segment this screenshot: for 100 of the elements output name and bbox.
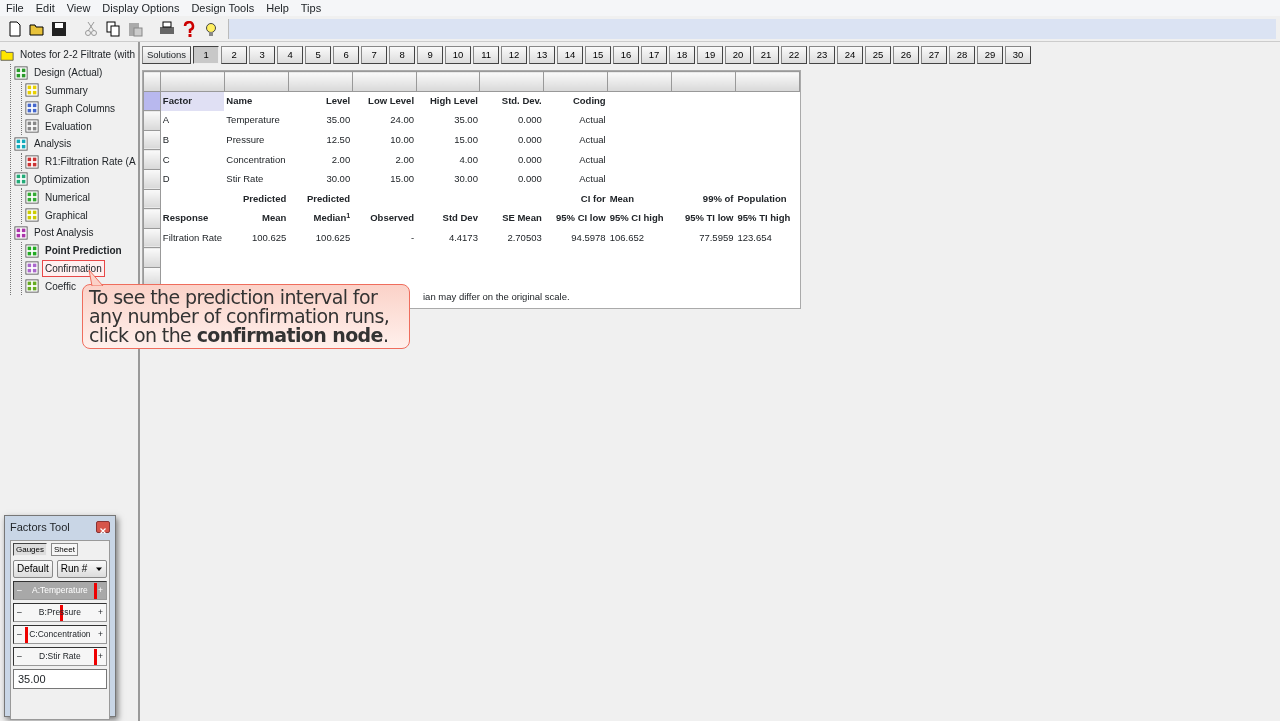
factor-gauge[interactable]: – D:Stir Rate + [13,646,107,666]
table-cell: Coding [543,91,608,111]
slider-thumb[interactable] [24,626,28,643]
table-cell-text: 15.00 [453,132,479,147]
solution-tab[interactable]: 25 [865,46,892,64]
solution-tab[interactable]: 19 [697,46,724,64]
menu-item[interactable]: Display Options [96,0,186,16]
tree-item[interactable]: Coeffic [43,278,78,294]
footnote-text: ian may differ on the original scale. [423,289,570,304]
close-button[interactable] [96,521,110,534]
tree-item[interactable]: Post Analysis [32,225,96,241]
menu-item[interactable]: File [0,0,30,16]
solution-tab[interactable]: 2 [221,46,248,64]
save-icon[interactable] [51,20,67,37]
solution-tab[interactable]: 23 [809,46,836,64]
menu-item[interactable]: Design Tools [185,0,261,16]
table-cell: Level [288,91,353,111]
table-cell: Response [160,208,225,229]
tree-item[interactable]: Design (Actual) [32,65,105,81]
table-cell-text: Predicted [305,191,352,206]
solution-tab[interactable]: 29 [977,46,1004,64]
tree-item[interactable]: Confirmation [43,260,104,276]
tree-item[interactable]: Numerical [43,189,92,205]
paste-icon[interactable] [127,20,143,37]
solution-tab[interactable]: 18 [669,46,696,64]
tab[interactable]: Sheet [51,542,78,556]
menu-item[interactable]: Help [260,0,295,16]
chart-document-icon[interactable] [25,243,39,258]
solution-tab[interactable]: 26 [893,46,920,64]
solution-tab[interactable]: 7 [361,46,388,64]
solution-tab[interactable]: 17 [641,46,668,64]
solution-tab[interactable]: 9 [417,46,444,64]
table-cell-text: 99% of [701,191,735,206]
tree-item[interactable]: Graphical [43,207,90,223]
table-cell-text: 35.00 [453,113,479,128]
solution-tab[interactable]: 30 [1005,46,1032,64]
folder-icon[interactable] [0,47,14,62]
tree-item[interactable]: Analysis [32,136,74,152]
chart-document-icon[interactable] [14,136,28,151]
table-cell-text: 10.00 [389,132,416,147]
chart-document-icon[interactable] [25,154,39,169]
tab[interactable]: Gauges [13,542,48,556]
tree-item[interactable]: Notes for 2-2 Filtrate (with [18,47,138,63]
tree-item[interactable]: Graph Columns [43,100,118,116]
solution-tab[interactable]: 15 [585,46,612,64]
printer-icon[interactable] [159,20,175,37]
chart-document-icon[interactable] [25,101,39,116]
solution-tab[interactable]: 5 [305,46,332,64]
lightbulb-icon[interactable] [203,20,219,37]
solution-tab[interactable]: 13 [529,46,556,64]
close-icon[interactable] [98,525,108,536]
solution-tab[interactable]: 4 [277,46,304,64]
solution-tab[interactable]: 27 [921,46,948,64]
chart-document-icon[interactable] [25,190,39,205]
solution-tab[interactable]: 6 [333,46,360,64]
chart-document-icon[interactable] [14,225,28,240]
table-cell-text: Actual [578,152,607,167]
chart-document-icon[interactable] [25,208,39,223]
copy-icon[interactable] [105,20,121,37]
chart-document-icon[interactable] [25,261,39,276]
solution-tab[interactable]: 11 [473,46,500,64]
menu-item[interactable]: View [60,0,97,16]
chart-document-icon[interactable] [25,279,39,294]
value-field[interactable]: 35.00 [13,668,107,689]
solution-tab[interactable]: 22 [781,46,808,64]
slider-thumb[interactable] [93,648,97,665]
default-button[interactable]: Default [13,559,53,578]
tree-item[interactable]: Evaluation [43,118,94,134]
tree-item[interactable]: Summary [43,83,90,98]
solution-tab[interactable]: 3 [249,46,276,64]
solution-tab[interactable]: 10 [445,46,472,64]
chart-document-icon[interactable] [25,119,39,134]
solution-tab[interactable]: 14 [557,46,584,64]
table-cell: High Level [416,91,480,111]
run-dropdown[interactable]: Run # [56,559,107,578]
chart-document-icon[interactable] [14,65,28,80]
tree-item[interactable]: R1:Filtration Rate (A [43,154,138,170]
menu-item[interactable]: Tips [294,0,328,16]
tree-item[interactable]: Point Prediction [43,243,124,259]
solution-tab[interactable]: 16 [613,46,640,64]
chart-document-icon[interactable] [14,172,28,187]
table-cell-text: Predicted [242,191,288,206]
solution-tab[interactable]: 24 [837,46,864,64]
tree-item[interactable]: Optimization [32,171,92,187]
solution-tab[interactable]: 1 [193,46,220,64]
solution-tab[interactable]: 20 [725,46,752,64]
new-file-icon[interactable] [7,20,23,37]
solution-tab[interactable]: 21 [753,46,780,64]
table-cell-text: 0.000 [516,132,543,147]
table-cell: Low Level [352,91,417,111]
solution-tab[interactable]: 12 [501,46,528,64]
solution-tab[interactable]: 28 [949,46,976,64]
menu-item[interactable]: Edit [29,0,61,16]
table-cell-text: 95% CI high [608,211,665,226]
table-cell-text: Observed [369,211,416,226]
slider-thumb[interactable] [93,582,97,599]
factor-gauge[interactable]: – C:Concentration + [13,624,107,644]
solution-tab[interactable]: 8 [389,46,416,64]
help-question-icon[interactable] [181,20,197,37]
chart-document-icon[interactable] [25,83,39,98]
